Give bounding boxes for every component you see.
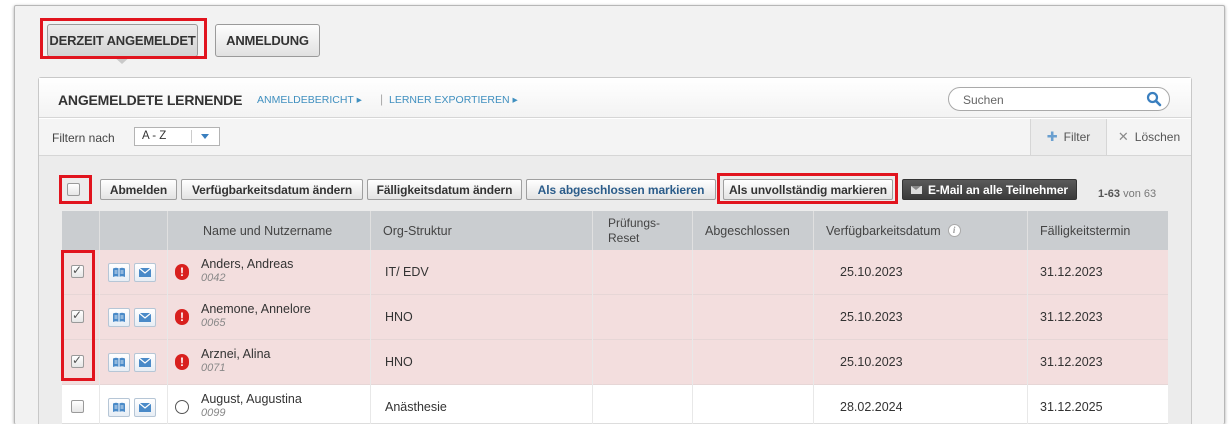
status-circle-icon xyxy=(175,400,189,414)
availability-cell: 25.10.2023 xyxy=(840,265,903,279)
availability-cell: 28.02.2024 xyxy=(840,400,903,414)
book-icon[interactable] xyxy=(108,263,130,282)
header-availability[interactable]: Verfügbarkeitsdatum i xyxy=(813,211,1027,250)
close-icon: ✕ xyxy=(1117,129,1129,144)
org-cell: HNO xyxy=(385,310,413,324)
search-input[interactable] xyxy=(961,91,1141,108)
pager-total: von 63 xyxy=(1120,188,1157,200)
header-due[interactable]: Fälligkeitstermin xyxy=(1027,211,1168,250)
search-icon[interactable] xyxy=(1145,90,1163,108)
row-checkbox[interactable] xyxy=(71,400,84,413)
header-actions-col xyxy=(99,211,167,250)
due-cell: 31.12.2023 xyxy=(1040,265,1103,279)
column-divider xyxy=(370,250,371,424)
org-cell: Anästhesie xyxy=(385,400,447,414)
learner-username: 0071 xyxy=(201,362,226,374)
column-divider xyxy=(99,250,100,424)
pagination-info: 1-63 von 63 xyxy=(1098,188,1156,200)
due-cell: 31.12.2023 xyxy=(1040,310,1103,324)
clear-filter-button[interactable]: ✕ Löschen xyxy=(1106,119,1191,155)
mail-icon xyxy=(911,185,922,194)
mail-icon[interactable] xyxy=(134,398,156,417)
org-cell: IT/ EDV xyxy=(385,265,429,279)
row-checkbox[interactable] xyxy=(71,308,84,323)
learner-username: 0099 xyxy=(201,407,226,419)
learner-name[interactable]: August, Augustina xyxy=(201,392,302,406)
search-box xyxy=(948,87,1170,111)
enrollment-report-link[interactable]: ANMELDEBERICHT ▸ xyxy=(257,94,362,106)
mark-complete-button[interactable]: Als abgeschlossen markieren xyxy=(526,179,716,200)
clear-filter-label: Löschen xyxy=(1134,130,1181,144)
header-checkbox-col xyxy=(62,211,99,250)
header-completed[interactable]: Abgeschlossen xyxy=(692,211,813,250)
filter-label: Filtern nach xyxy=(52,131,115,145)
mark-incomplete-button[interactable]: Als unvollständig markieren xyxy=(723,179,893,200)
plus-icon: ✚ xyxy=(1046,129,1058,144)
column-divider xyxy=(592,250,593,424)
sort-select[interactable]: A - Z xyxy=(134,127,220,146)
table-header: Name und Nutzername Org-Struktur Prüfung… xyxy=(62,211,1168,250)
tab-enrollment[interactable]: ANMELDUNG xyxy=(215,24,320,57)
column-divider xyxy=(1027,250,1028,424)
row-checkbox[interactable] xyxy=(71,263,84,278)
warning-icon: ! xyxy=(175,309,189,325)
warning-icon: ! xyxy=(175,264,189,280)
learner-name[interactable]: Anders, Andreas xyxy=(201,257,293,271)
tab-currently-enrolled[interactable]: DERZEIT ANGEMELDET xyxy=(47,24,198,57)
email-all-button[interactable]: E-Mail an alle Teilnehmer xyxy=(902,179,1077,200)
panel-header: ANGEMELDETE LERNENDE ANMELDEBERICHT ▸ | … xyxy=(39,78,1191,118)
email-all-label: E-Mail an alle Teilnehmer xyxy=(928,182,1068,197)
warning-icon: ! xyxy=(175,354,189,370)
book-icon[interactable] xyxy=(108,398,130,417)
learner-username: 0065 xyxy=(201,317,226,329)
unenroll-button[interactable]: Abmelden xyxy=(100,179,177,200)
panel-title: ANGEMELDETE LERNENDE xyxy=(58,92,243,108)
table-row[interactable]: ! Arznei, Alina 0071 HNO 25.10.2023 31.1… xyxy=(62,340,1168,385)
org-cell: HNO xyxy=(385,355,413,369)
info-icon[interactable]: i xyxy=(947,224,961,237)
chevron-down-icon xyxy=(201,134,209,139)
pager-range: 1-63 xyxy=(1098,188,1121,200)
filter-row: Filtern nach A - Z ✚ Filter ✕ Löschen xyxy=(39,119,1191,156)
header-name[interactable]: Name und Nutzername xyxy=(167,211,370,250)
column-divider xyxy=(692,250,693,424)
row-checkbox[interactable] xyxy=(71,353,84,368)
table-row[interactable]: August, Augustina 0099 Anästhesie 28.02.… xyxy=(62,385,1168,424)
export-learners-link[interactable]: LERNER EXPORTIEREN ▸ xyxy=(389,94,518,106)
change-availability-button[interactable]: Verfügbarkeitsdatum ändern xyxy=(181,179,363,200)
mail-icon[interactable] xyxy=(134,308,156,327)
table-row[interactable]: ! Anders, Andreas 0042 IT/ EDV 25.10.202… xyxy=(62,250,1168,295)
table-row[interactable]: ! Anemone, Annelore 0065 HNO 25.10.2023 … xyxy=(62,295,1168,340)
header-org[interactable]: Org-Struktur xyxy=(370,211,592,250)
learner-username: 0042 xyxy=(201,272,226,284)
due-cell: 31.12.2025 xyxy=(1040,400,1103,414)
book-icon[interactable] xyxy=(108,308,130,327)
column-divider xyxy=(167,250,168,424)
availability-cell: 25.10.2023 xyxy=(840,355,903,369)
book-icon[interactable] xyxy=(108,353,130,372)
link-separator: | xyxy=(380,92,384,106)
header-exam-reset[interactable]: Prüfungs- Reset xyxy=(592,211,692,250)
select-all-checkbox[interactable] xyxy=(67,183,80,196)
change-due-date-button[interactable]: Fälligkeitsdatum ändern xyxy=(367,179,522,200)
availability-cell: 25.10.2023 xyxy=(840,310,903,324)
select-divider xyxy=(191,130,192,143)
sort-select-value: A - Z xyxy=(142,130,167,142)
learner-name[interactable]: Anemone, Annelore xyxy=(201,302,311,316)
header-availability-label: Verfügbarkeitsdatum xyxy=(826,223,941,238)
mail-icon[interactable] xyxy=(134,353,156,372)
active-tab-caret xyxy=(113,56,131,64)
due-cell: 31.12.2023 xyxy=(1040,355,1103,369)
learner-name[interactable]: Arznei, Alina xyxy=(201,347,270,361)
mail-icon[interactable] xyxy=(134,263,156,282)
add-filter-button[interactable]: ✚ Filter xyxy=(1030,119,1106,155)
column-divider xyxy=(813,250,814,424)
add-filter-label: Filter xyxy=(1063,130,1091,144)
